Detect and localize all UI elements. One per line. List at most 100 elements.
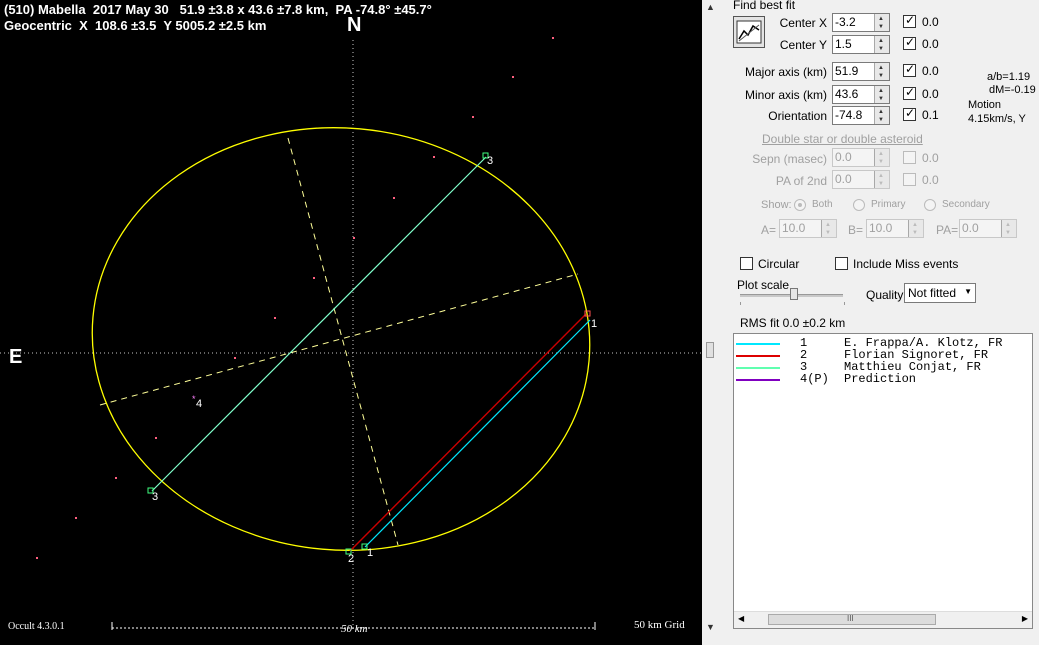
- circular-checkbox[interactable]: [740, 257, 753, 270]
- chord-3-start-label: 3: [152, 491, 159, 503]
- scroll-up-arrow-icon[interactable]: ▲: [706, 2, 715, 12]
- occultation-plot[interactable]: * (510) Mabella 2017 May 30 51.9 ±3.8 x …: [0, 0, 702, 645]
- major-axis-spinner[interactable]: ▲▼: [832, 62, 890, 81]
- show-both-label: Both: [812, 199, 833, 210]
- center-x-spin-buttons[interactable]: ▲ ▼: [874, 14, 889, 31]
- orientation-input[interactable]: [835, 108, 875, 122]
- legend-scroll-thumb[interactable]: III: [768, 614, 936, 625]
- legend-swatch: [736, 355, 780, 357]
- include-miss-label: Include Miss events: [853, 257, 959, 271]
- center-x-input[interactable]: [835, 15, 875, 29]
- b-input[interactable]: [869, 221, 909, 235]
- chord-1-end-label: 1: [591, 318, 598, 330]
- scroll-right-arrow-icon[interactable]: ▶: [1022, 614, 1028, 623]
- pa2-spinner[interactable]: ▲▼: [832, 170, 890, 189]
- pa2-input[interactable]: [835, 172, 875, 186]
- major-axis-uncertainty: 0.0: [922, 64, 939, 78]
- center-x-label: Center X: [779, 16, 827, 30]
- center-y-label: Center Y: [779, 38, 827, 52]
- plot-scale-slider[interactable]: [790, 288, 798, 300]
- find-best-fit-label: Find best fit: [733, 0, 796, 12]
- show-both-radio[interactable]: [794, 199, 806, 211]
- pa2-spin-buttons[interactable]: ▲ ▼: [874, 171, 889, 188]
- geocentric-line: Geocentric X 108.6 ±3.5 Y 5005.2 ±2.5 km: [4, 18, 267, 33]
- north-label: N: [347, 14, 362, 36]
- orientation-label: Orientation: [768, 109, 827, 123]
- sepn-label: Sepn (masec): [752, 152, 827, 166]
- ellipse-major-axis: [287, 137, 399, 546]
- legend-number: 4(P): [800, 372, 829, 386]
- center-y-checkbox[interactable]: [903, 35, 916, 50]
- show-secondary-radio[interactable]: [924, 199, 936, 211]
- double-star-header: Double star or double asteroid: [762, 132, 923, 146]
- vertical-scrollbar[interactable]: ▲ ▼: [702, 0, 728, 645]
- quality-label: Quality: [866, 288, 904, 302]
- plot-scale-label: Plot scale: [737, 278, 790, 292]
- minor-axis-checkbox[interactable]: [903, 85, 916, 100]
- chevron-down-icon: ▼: [964, 287, 972, 296]
- chord-1-start-label: 1: [367, 547, 374, 559]
- minor-axis-input[interactable]: [835, 87, 875, 101]
- center-y-input[interactable]: [835, 37, 875, 51]
- axis-ratio: a/b=1.19: [987, 71, 1031, 83]
- minor-axis-spinner[interactable]: ▲▼: [832, 85, 890, 104]
- minor-axis-uncertainty: 0.0: [922, 87, 939, 101]
- quality-dropdown[interactable]: Not fitted ▼: [904, 283, 976, 303]
- major-axis-spin-buttons[interactable]: ▲ ▼: [874, 63, 889, 80]
- chord-1: [364, 319, 591, 548]
- circular-label: Circular: [758, 257, 800, 271]
- pa-spin-buttons[interactable]: ▲ ▼: [1001, 220, 1016, 237]
- scale-label: 50 km: [341, 623, 368, 635]
- a-spin-buttons[interactable]: ▲ ▼: [821, 220, 836, 237]
- quality-value: Not fitted: [908, 286, 957, 300]
- prediction-label: 4: [196, 398, 203, 410]
- legend-name: Prediction: [844, 372, 917, 386]
- b-spinner[interactable]: ▲▼: [866, 219, 924, 238]
- pa-spinner[interactable]: ▲▼: [959, 219, 1017, 238]
- east-label: E: [9, 346, 23, 368]
- find-best-fit-button[interactable]: [733, 16, 765, 48]
- scroll-left-arrow-icon[interactable]: ◀: [738, 614, 744, 623]
- center-y-spin-buttons[interactable]: ▲ ▼: [874, 36, 889, 53]
- include-miss-checkbox[interactable]: [835, 257, 848, 270]
- pa-label: PA=: [936, 223, 959, 237]
- sepn-spinner[interactable]: ▲▼: [832, 148, 890, 167]
- sepn-uncertainty: 0.0: [922, 151, 939, 165]
- legend-horizontal-scrollbar[interactable]: ◀ III ▶: [734, 611, 1032, 628]
- minor-axis-spin-buttons[interactable]: ▲ ▼: [874, 86, 889, 103]
- a-input[interactable]: [782, 221, 822, 235]
- motion-value: 4.15km/s, Y: [968, 113, 1026, 125]
- list-item[interactable]: 4(P) Prediction: [734, 372, 1032, 386]
- plot-title: (510) Mabella 2017 May 30 51.9 ±3.8 x 43…: [4, 2, 432, 17]
- delta-magnitude: dM=-0.19: [989, 84, 1036, 96]
- sepn-checkbox[interactable]: [903, 151, 916, 164]
- sepn-spin-buttons[interactable]: ▲ ▼: [874, 149, 889, 166]
- chord-3: [151, 156, 487, 492]
- center-x-checkbox[interactable]: [903, 13, 916, 28]
- show-secondary-label: Secondary: [942, 199, 990, 210]
- pa2-checkbox[interactable]: [903, 173, 916, 186]
- orientation-checkbox[interactable]: [903, 106, 916, 121]
- major-axis-input[interactable]: [835, 64, 875, 78]
- pa-input[interactable]: [962, 221, 1002, 235]
- scroll-down-arrow-icon[interactable]: ▼: [706, 622, 715, 632]
- observer-legend[interactable]: 1 E. Frappa/A. Klotz, FR 2 Florian Signo…: [733, 333, 1033, 629]
- a-spinner[interactable]: ▲▼: [779, 219, 837, 238]
- show-primary-radio[interactable]: [853, 199, 865, 211]
- pa2-uncertainty: 0.0: [922, 173, 939, 187]
- scroll-thumb[interactable]: [706, 342, 714, 358]
- show-primary-label: Primary: [871, 199, 906, 210]
- b-spin-buttons[interactable]: ▲ ▼: [908, 220, 923, 237]
- major-axis-checkbox[interactable]: [903, 62, 916, 77]
- center-y-spinner[interactable]: ▲▼: [832, 35, 890, 54]
- orientation-spin-buttons[interactable]: ▲ ▼: [874, 107, 889, 124]
- scroll-grip: III: [847, 614, 854, 623]
- show-label: Show:: [761, 199, 792, 211]
- center-x-uncertainty: 0.0: [922, 15, 939, 29]
- chord-2-start-label: 2: [348, 553, 355, 565]
- orientation-spinner[interactable]: ▲▼: [832, 106, 890, 125]
- plot-scale-ticks: [740, 302, 845, 305]
- legend-swatch: [736, 367, 780, 369]
- sepn-input[interactable]: [835, 150, 875, 164]
- center-x-spinner[interactable]: ▲▼: [832, 13, 890, 32]
